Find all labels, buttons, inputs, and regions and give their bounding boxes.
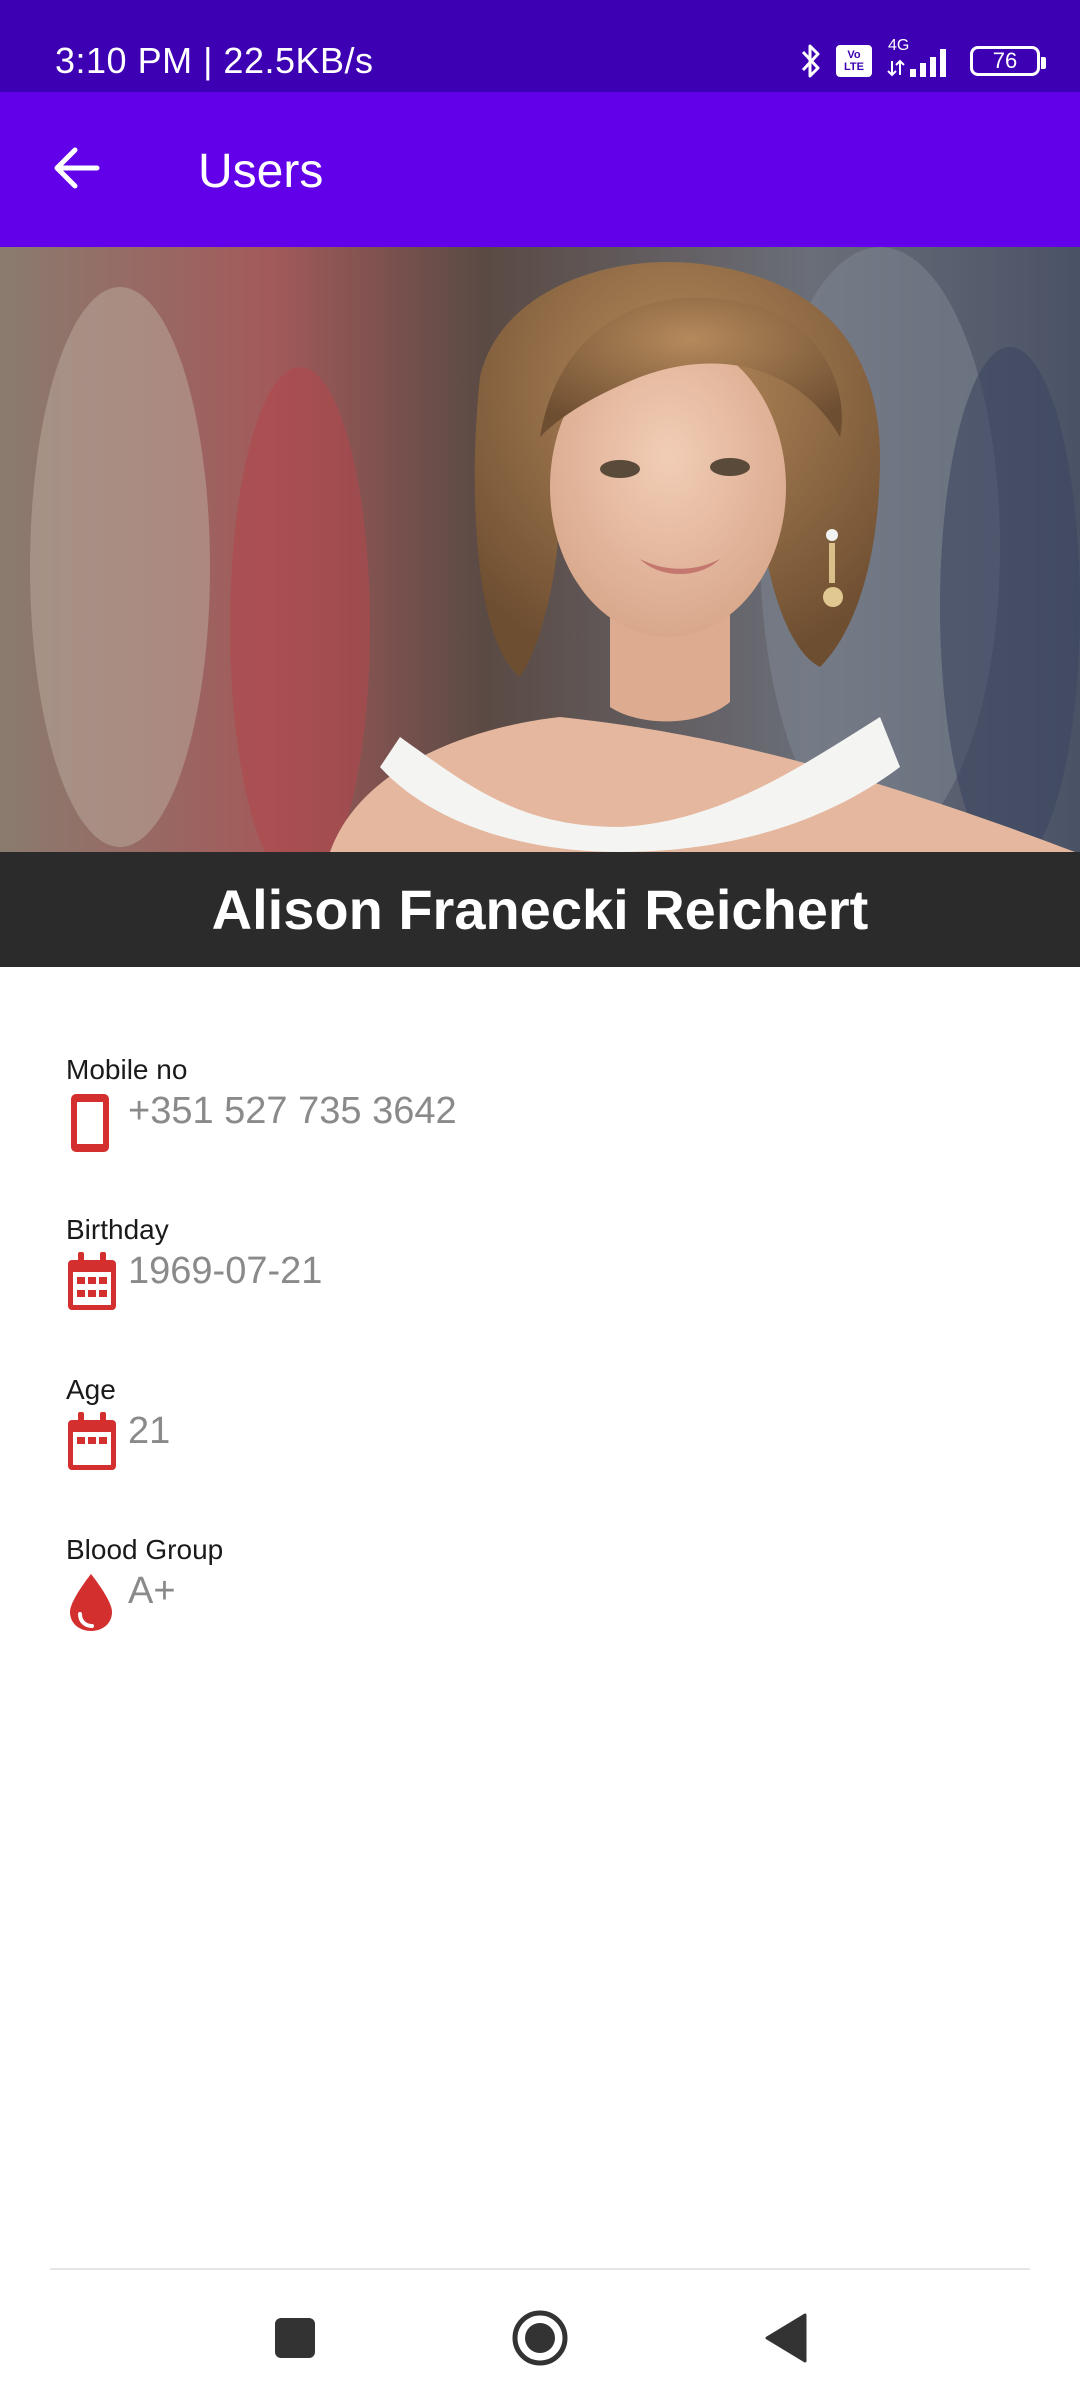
detail-blood-group: Blood Group A+	[66, 1534, 1026, 1654]
detail-value: A+	[128, 1570, 176, 1612]
app-bar: Users	[0, 92, 1080, 247]
home-icon	[510, 2308, 570, 2373]
battery-icon: 76	[970, 46, 1046, 76]
volte-line2: LTE	[844, 61, 864, 73]
recent-apps-icon	[273, 2316, 317, 2365]
system-nav-bar	[0, 2270, 1080, 2400]
volte-line1: Vo	[847, 49, 861, 61]
detail-value: +351 527 735 3642	[128, 1090, 457, 1132]
system-back-button[interactable]	[735, 2290, 835, 2390]
detail-mobile: Mobile no +351 527 735 3642	[66, 1054, 1026, 1174]
detail-label: Mobile no	[66, 1054, 188, 1085]
detail-birthday: Birthday 1969-07-21	[66, 1214, 1026, 1334]
profile-photo	[0, 247, 1080, 852]
signal-icon: 4G	[886, 37, 956, 81]
name-banner: Alison Franecki Reichert	[0, 852, 1080, 967]
calendar-icon	[66, 1252, 118, 1312]
page-title: Users	[198, 145, 324, 198]
detail-value: 21	[128, 1410, 171, 1452]
back-icon	[763, 2313, 807, 2368]
status-bar: 3:10 PM | 22.5KB/s Vo LTE 4G 76	[0, 0, 1080, 92]
detail-value: 1969-07-21	[128, 1250, 323, 1292]
detail-age: Age 21	[66, 1374, 1026, 1494]
status-icons: Vo LTE 4G 76	[800, 36, 1046, 86]
back-button[interactable]	[38, 132, 114, 208]
bluetooth-icon	[800, 42, 822, 80]
phone-icon	[66, 1092, 114, 1152]
arrow-back-icon	[51, 146, 101, 195]
detail-label: Birthday	[66, 1214, 169, 1245]
detail-label: Blood Group	[66, 1534, 224, 1565]
volte-icon: Vo LTE	[836, 45, 872, 77]
profile-name: Alison Franecki Reichert	[211, 878, 869, 941]
calendar-icon	[66, 1412, 118, 1472]
recent-apps-button[interactable]	[245, 2290, 345, 2390]
battery-level: 76	[992, 48, 1018, 73]
blood-drop-icon	[66, 1572, 116, 1632]
detail-label: Age	[66, 1374, 116, 1405]
home-button[interactable]	[490, 2290, 590, 2390]
status-time: 3:10 PM | 22.5KB/s	[55, 40, 374, 81]
